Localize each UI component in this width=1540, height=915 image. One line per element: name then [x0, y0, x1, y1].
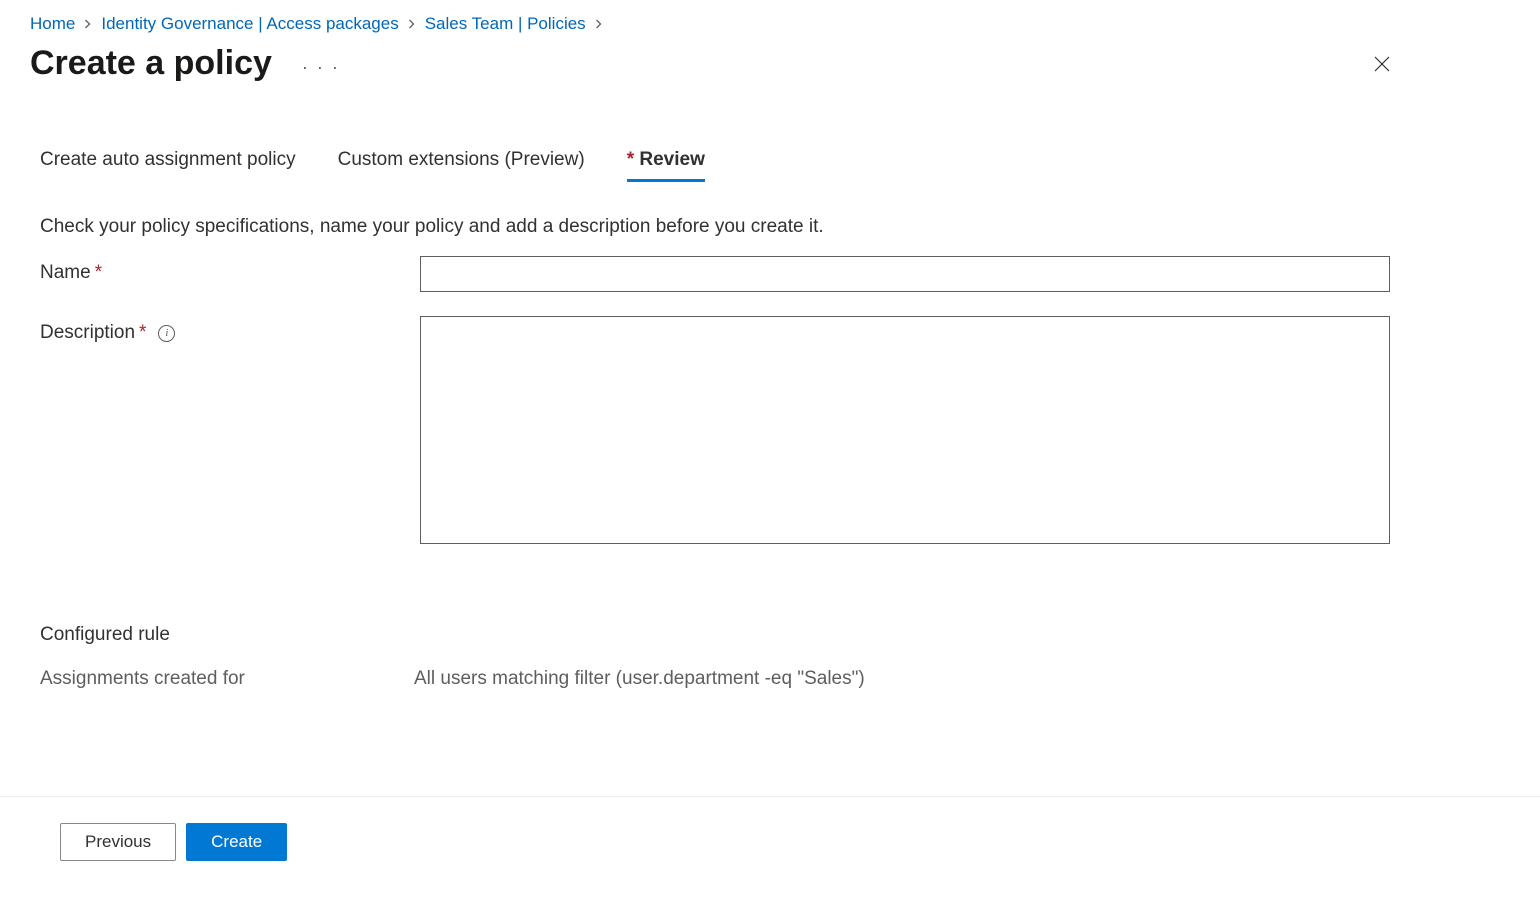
tab-label: Custom extensions (Preview) [338, 149, 585, 170]
form-row-name: Name * [40, 256, 1500, 292]
tab-custom-extensions[interactable]: Custom extensions (Preview) [338, 149, 585, 182]
assignments-label: Assignments created for [40, 668, 414, 690]
previous-button[interactable]: Previous [60, 823, 176, 861]
configured-rule-heading: Configured rule [40, 624, 1500, 646]
name-input[interactable] [420, 256, 1390, 292]
close-icon [1372, 54, 1392, 74]
page-header: Create a policy · · · [0, 34, 1540, 83]
more-icon[interactable]: · · · [302, 49, 340, 78]
breadcrumb: Home Identity Governance | Access packag… [0, 0, 1540, 34]
chevron-right-icon [594, 17, 604, 32]
chevron-right-icon [83, 17, 93, 32]
tab-label: Review [639, 149, 704, 170]
breadcrumb-identity-governance[interactable]: Identity Governance | Access packages [101, 14, 398, 34]
tab-review[interactable]: * Review [627, 149, 705, 182]
info-icon[interactable]: i [158, 325, 175, 342]
create-button[interactable]: Create [186, 823, 287, 861]
tab-list: Create auto assignment policy Custom ext… [40, 149, 1500, 182]
assignments-value: All users matching filter (user.departme… [414, 668, 865, 690]
tab-create-auto-assignment[interactable]: Create auto assignment policy [40, 149, 296, 182]
page-title: Create a policy [30, 44, 272, 83]
form-row-description: Description * i [40, 316, 1500, 544]
breadcrumb-home[interactable]: Home [30, 14, 75, 34]
required-asterisk: * [627, 149, 640, 170]
required-asterisk: * [139, 322, 146, 344]
footer-actions: Previous Create [0, 796, 1540, 861]
required-asterisk: * [95, 262, 102, 284]
description-input[interactable] [420, 316, 1390, 544]
chevron-right-icon [407, 17, 417, 32]
name-label: Name * [40, 256, 420, 284]
breadcrumb-sales-team-policies[interactable]: Sales Team | Policies [425, 14, 586, 34]
description-label: Description * i [40, 316, 420, 344]
close-button[interactable] [1370, 52, 1394, 76]
instruction-text: Check your policy specifications, name y… [40, 216, 1500, 238]
tab-label: Create auto assignment policy [40, 149, 296, 170]
assignments-row: Assignments created for All users matchi… [40, 668, 1500, 690]
